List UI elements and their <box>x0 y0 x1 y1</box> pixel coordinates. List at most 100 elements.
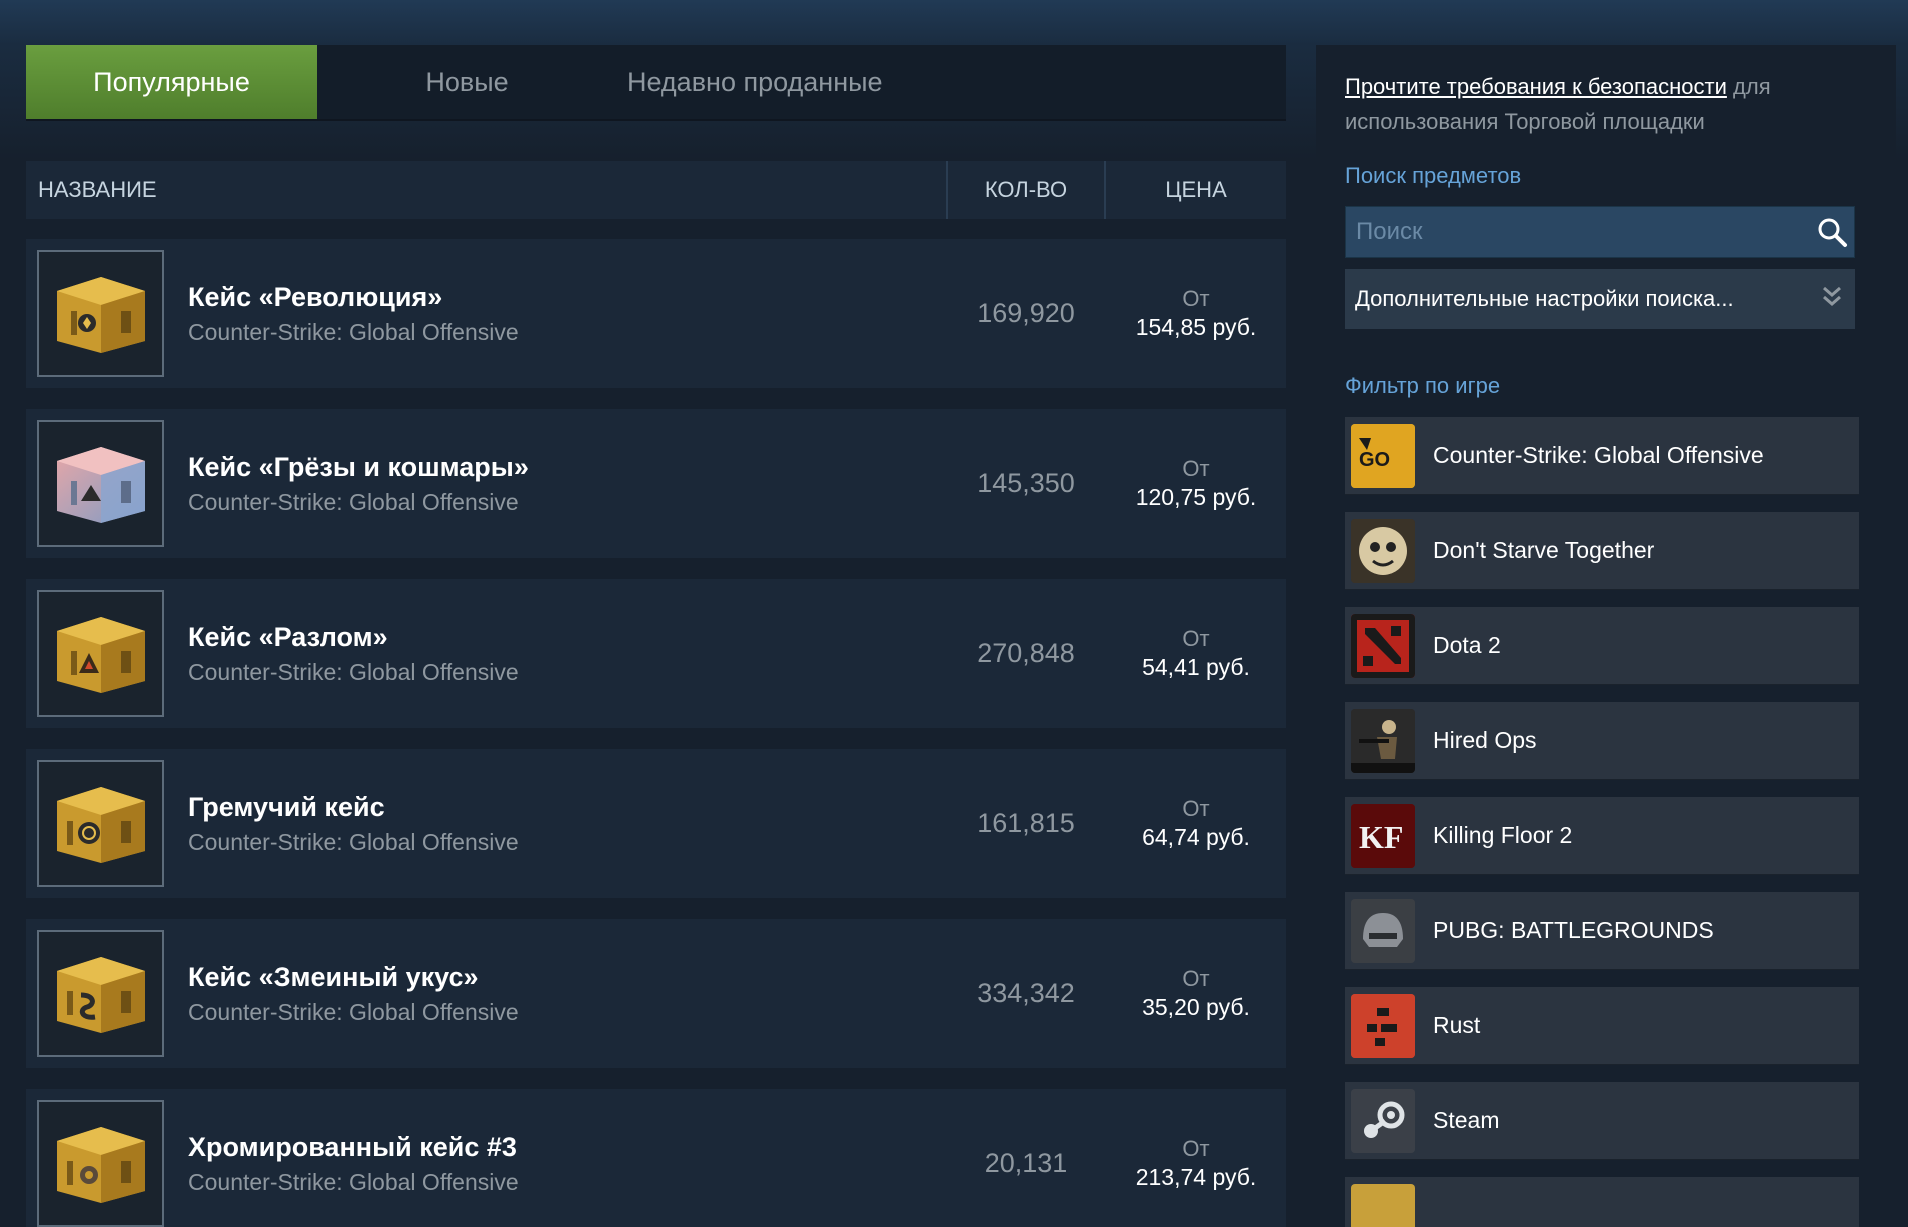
item-quantity: 334,342 <box>977 978 1075 1008</box>
game-filter-dota2[interactable]: Dota 2 <box>1345 607 1859 685</box>
svg-text:KF: KF <box>1359 819 1403 855</box>
steam-icon <box>1351 1088 1415 1153</box>
game-filter-hired-ops[interactable]: Hired Ops <box>1345 702 1859 780</box>
game-filter-list: GO Counter-Strike: Global Offensive Don'… <box>1345 417 1896 1227</box>
game-filter-partial[interactable] <box>1345 1177 1859 1227</box>
item-quantity: 20,131 <box>984 1148 1068 1178</box>
price-from-label: От <box>1182 286 1210 311</box>
item-price: От 120,75 руб. <box>1106 456 1286 511</box>
game-filter-label: Dota 2 <box>1433 632 1501 658</box>
item-price: От 64,74 руб. <box>1106 796 1286 851</box>
advanced-search-toggle[interactable]: Дополнительные настройки поиска... <box>1345 269 1855 329</box>
pubg-icon <box>1351 898 1415 963</box>
listings-panel: Популярные Новые Недавно проданные НАЗВА… <box>26 45 1286 1227</box>
item-name[interactable]: Кейс «Змеиный укус» <box>188 962 946 993</box>
game-filter-pubg[interactable]: PUBG: BATTLEGROUNDS <box>1345 892 1859 970</box>
item-quantity: 270,848 <box>977 638 1075 668</box>
advanced-search-label: Дополнительные настройки поиска... <box>1355 286 1734 311</box>
column-quantity-header[interactable]: КОЛ-ВО <box>946 161 1106 219</box>
listing-row[interactable]: Кейс «Революция» Counter-Strike: Global … <box>26 239 1286 388</box>
game-filter-rust[interactable]: Rust <box>1345 987 1859 1065</box>
game-filter-label: Don't Starve Together <box>1433 537 1655 563</box>
killing-floor-2-icon: KF <box>1351 803 1415 868</box>
price-value: 54,41 руб. <box>1142 654 1250 680</box>
double-chevron-down-icon <box>1821 284 1843 314</box>
price-value: 64,74 руб. <box>1142 824 1250 850</box>
rust-icon <box>1351 993 1415 1058</box>
listing-row[interactable]: Хромированный кейс #3 Counter-Strike: Gl… <box>26 1089 1286 1227</box>
game-filter-label: Hired Ops <box>1433 727 1537 753</box>
game-filter-label: Counter-Strike: Global Offensive <box>1433 442 1764 468</box>
item-quantity: 145,350 <box>977 468 1075 498</box>
item-price: От 213,74 руб. <box>1106 1136 1286 1191</box>
snakebite-case-icon <box>56 956 145 1033</box>
game-filter-title: Фильтр по игре <box>1345 373 1501 398</box>
fracture-case-icon <box>56 616 145 693</box>
item-game: Counter-Strike: Global Offensive <box>188 828 519 855</box>
listing-row[interactable]: Кейс «Разлом» Counter-Strike: Global Off… <box>26 579 1286 728</box>
price-from-label: От <box>1182 626 1210 651</box>
game-filter-steam[interactable]: Steam <box>1345 1082 1859 1160</box>
item-thumbnail <box>37 590 164 717</box>
price-from-label: От <box>1182 456 1210 481</box>
price-from-label: От <box>1182 1136 1210 1161</box>
item-thumbnail <box>37 1100 164 1227</box>
item-game: Counter-Strike: Global Offensive <box>188 318 519 345</box>
listing-row[interactable]: Кейс «Змеиный укус» Counter-Strike: Glob… <box>26 919 1286 1068</box>
game-filter-label: Killing Floor 2 <box>1433 822 1573 848</box>
item-name[interactable]: Кейс «Грёзы и кошмары» <box>188 452 946 483</box>
price-value: 120,75 руб. <box>1135 484 1257 510</box>
item-price: От 35,20 руб. <box>1106 966 1286 1021</box>
item-name[interactable]: Кейс «Революция» <box>188 282 946 313</box>
tab-bar: Популярные Новые Недавно проданные <box>26 45 1286 121</box>
tab-recently-sold[interactable]: Недавно проданные <box>617 45 937 119</box>
search-icon[interactable] <box>1810 210 1854 254</box>
column-price-header[interactable]: ЦЕНА <box>1106 177 1286 203</box>
tab-popular[interactable]: Популярные <box>26 45 317 119</box>
revolution-case-icon <box>56 276 145 353</box>
item-thumbnail <box>37 420 164 547</box>
column-name-header[interactable]: НАЗВАНИЕ <box>26 177 946 203</box>
dota2-icon <box>1351 613 1415 678</box>
price-from-label: От <box>1182 796 1210 821</box>
svg-text:GO: GO <box>1359 449 1390 471</box>
item-price: От 54,41 руб. <box>1106 626 1286 681</box>
game-filter-label: Steam <box>1433 1107 1500 1133</box>
search-box <box>1345 206 1855 258</box>
listing-row[interactable]: Кейс «Грёзы и кошмары» Counter-Strike: G… <box>26 409 1286 558</box>
partial-game-icon <box>1351 1183 1415 1227</box>
item-game: Counter-Strike: Global Offensive <box>188 488 519 515</box>
game-filter-dont-starve-together[interactable]: Don't Starve Together <box>1345 512 1859 590</box>
game-filter-csgo[interactable]: GO Counter-Strike: Global Offensive <box>1345 417 1859 495</box>
security-notice: Прочтите требования к безопасности для и… <box>1345 69 1865 139</box>
game-filter-label: PUBG: BATTLEGROUNDS <box>1433 917 1714 943</box>
item-quantity: 169,920 <box>977 298 1075 328</box>
dont-starve-together-icon <box>1351 518 1415 583</box>
dreams-nightmares-case-icon <box>56 446 145 523</box>
item-name[interactable]: Хромированный кейс #3 <box>188 1132 946 1163</box>
security-requirements-link[interactable]: Прочтите требования к безопасности <box>1345 74 1727 99</box>
csgo-icon: GO <box>1351 423 1415 488</box>
table-header: НАЗВАНИЕ КОЛ-ВО ЦЕНА <box>26 161 1286 219</box>
tab-new[interactable]: Новые <box>317 45 617 119</box>
item-game: Counter-Strike: Global Offensive <box>188 1168 519 1195</box>
snakebite-rattle-case-icon <box>56 786 145 863</box>
sidebar: Прочтите требования к безопасности для и… <box>1316 45 1896 1227</box>
game-filter-killing-floor-2[interactable]: KF Killing Floor 2 <box>1345 797 1859 875</box>
search-input[interactable] <box>1346 207 1810 257</box>
listing-rows: Кейс «Революция» Counter-Strike: Global … <box>26 239 1286 1227</box>
item-name[interactable]: Кейс «Разлом» <box>188 622 946 653</box>
market-page: Популярные Новые Недавно проданные НАЗВА… <box>0 0 1908 1227</box>
chroma-3-case-icon <box>56 1126 145 1203</box>
item-quantity: 161,815 <box>977 808 1075 838</box>
item-name[interactable]: Гремучий кейс <box>188 792 946 823</box>
game-filter-label: Rust <box>1433 1012 1481 1038</box>
item-thumbnail <box>37 930 164 1057</box>
search-section-title: Поиск предметов <box>1345 163 1522 188</box>
item-thumbnail <box>37 250 164 377</box>
price-value: 35,20 руб. <box>1142 994 1250 1020</box>
item-game: Counter-Strike: Global Offensive <box>188 658 519 685</box>
price-value: 213,74 руб. <box>1135 1164 1257 1190</box>
item-price: От 154,85 руб. <box>1106 286 1286 341</box>
listing-row[interactable]: Гремучий кейс Counter-Strike: Global Off… <box>26 749 1286 898</box>
